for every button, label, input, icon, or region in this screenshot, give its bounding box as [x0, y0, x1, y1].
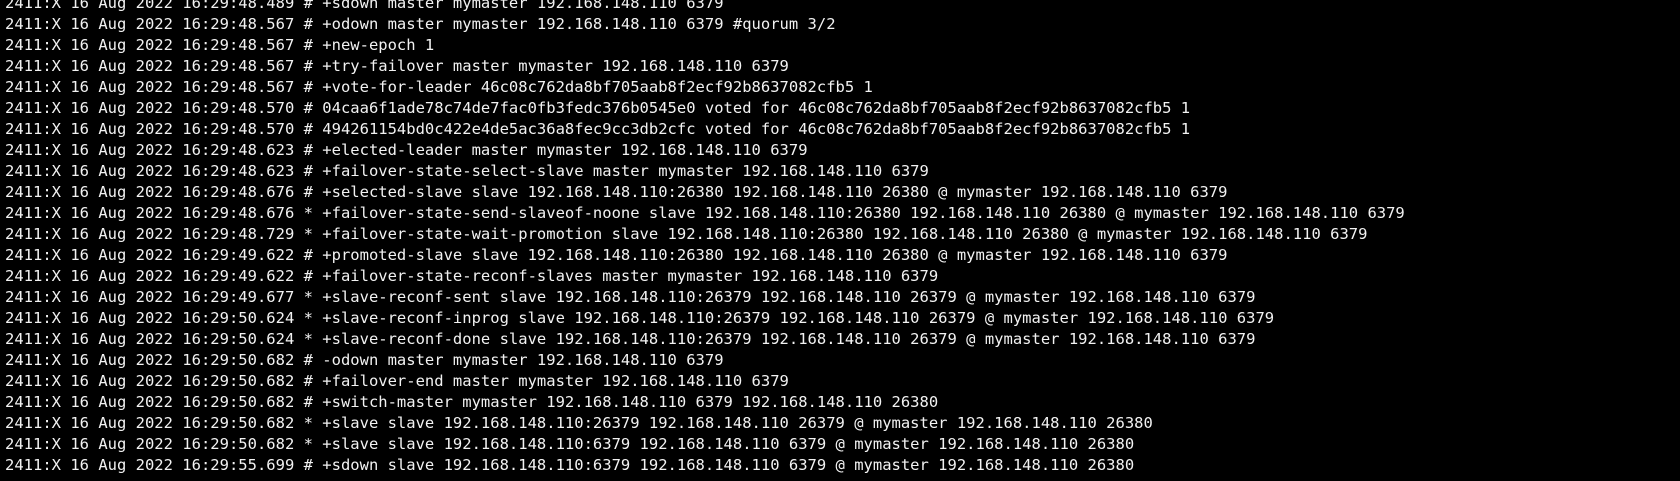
- log-line: 2411:X 16 Aug 2022 16:29:49.622 # +failo…: [5, 267, 939, 285]
- log-line: 2411:X 16 Aug 2022 16:29:48.623 # +failo…: [5, 162, 929, 180]
- log-line: 2411:X 16 Aug 2022 16:29:48.570 # 494261…: [5, 120, 1191, 138]
- log-line: 2411:X 16 Aug 2022 16:29:48.570 # 04caa6…: [5, 99, 1191, 117]
- log-line: 2411:X 16 Aug 2022 16:29:50.682 # +failo…: [5, 372, 789, 390]
- log-line: 2411:X 16 Aug 2022 16:29:50.682 * +slave…: [5, 435, 1135, 453]
- log-line: 2411:X 16 Aug 2022 16:29:48.729 * +failo…: [5, 225, 1368, 243]
- log-line: 2411:X 16 Aug 2022 16:29:55.699 # +sdown…: [5, 456, 1135, 474]
- terminal-output[interactable]: 2411:X 16 Aug 2022 16:29:48.489 # +sdown…: [0, 0, 1680, 481]
- log-line: 2411:X 16 Aug 2022 16:29:50.682 # -odown…: [5, 351, 724, 369]
- log-line: 2411:X 16 Aug 2022 16:29:50.682 # +switc…: [5, 393, 939, 411]
- log-line: 2411:X 16 Aug 2022 16:29:48.567 # +odown…: [5, 15, 836, 33]
- log-line: 2411:X 16 Aug 2022 16:29:50.682 * +slave…: [5, 414, 1153, 432]
- log-line: 2411:X 16 Aug 2022 16:29:48.567 # +try-f…: [5, 57, 789, 75]
- log-line: 2411:X 16 Aug 2022 16:29:48.623 # +elect…: [5, 141, 808, 159]
- log-line: 2411:X 16 Aug 2022 16:29:49.622 # +promo…: [5, 246, 1228, 264]
- log-line: 2411:X 16 Aug 2022 16:29:50.624 * +slave…: [5, 330, 1256, 348]
- log-line: 2411:X 16 Aug 2022 16:29:48.676 # +selec…: [5, 183, 1228, 201]
- log-line: 2411:X 16 Aug 2022 16:29:48.567 # +new-e…: [5, 36, 435, 54]
- log-line: 2411:X 16 Aug 2022 16:29:48.489 # +sdown…: [5, 0, 724, 12]
- log-line: 2411:X 16 Aug 2022 16:29:50.624 * +slave…: [5, 309, 1275, 327]
- log-line: 2411:X 16 Aug 2022 16:29:48.676 * +failo…: [5, 204, 1405, 222]
- log-line: 2411:X 16 Aug 2022 16:29:48.567 # +vote-…: [5, 78, 873, 96]
- log-line: 2411:X 16 Aug 2022 16:29:49.677 * +slave…: [5, 288, 1256, 306]
